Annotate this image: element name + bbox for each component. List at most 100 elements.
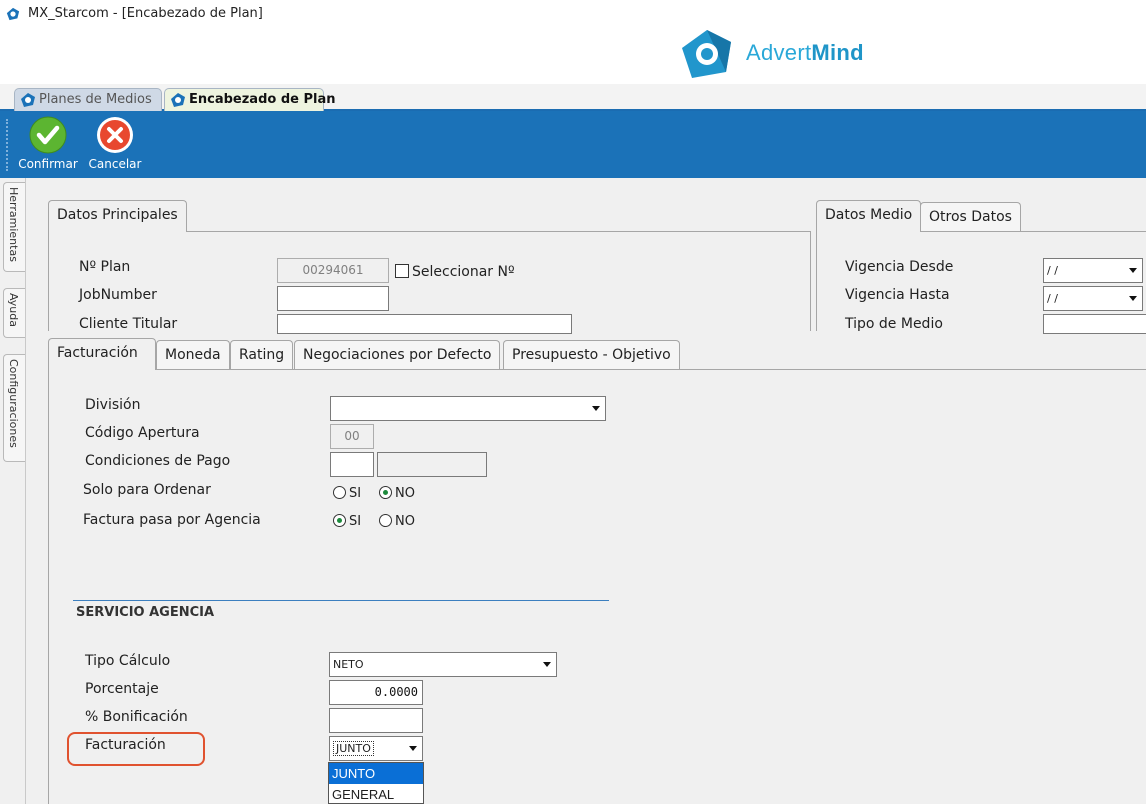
cancel-x-icon (97, 117, 133, 153)
porcentaje-label: Porcentaje (85, 681, 159, 697)
servicio-agencia-title: SERVICIO AGENCIA (76, 605, 215, 620)
advertmind-logo-icon (682, 30, 731, 78)
codigo-apertura-label: Código Apertura (85, 425, 200, 441)
solo-ordenar-si-radio[interactable]: SI (333, 486, 361, 501)
cancel-button[interactable]: Cancelar (86, 116, 144, 171)
radio-label: NO (395, 486, 415, 501)
encabezado-tab-icon (171, 93, 185, 107)
bonificacion-input[interactable] (329, 708, 423, 733)
check-icon (29, 116, 67, 154)
radio-circle-icon (333, 486, 346, 499)
tipo-medio-input[interactable] (1043, 314, 1146, 334)
factura-agencia-si-radio[interactable]: SI (333, 514, 361, 529)
factura-agencia-label: Factura pasa por Agencia (83, 512, 261, 528)
tipo-medio-label: Tipo de Medio (845, 316, 943, 332)
advertmind-logo-text: AdvertMind (746, 40, 864, 65)
datos-principales-panel: Nº Plan 00294061 Seleccionar Nº JobNumbe… (48, 231, 811, 334)
app-icon (6, 7, 20, 21)
side-tab-ayuda[interactable]: Ayuda (3, 288, 25, 338)
tab-datos-principales[interactable]: Datos Principales (48, 200, 187, 232)
side-tab-label: Ayuda (7, 293, 20, 327)
jobnumber-label: JobNumber (79, 287, 157, 303)
tab-label: Facturación (57, 345, 138, 361)
cancel-label: Cancelar (88, 157, 142, 171)
tab-label: Rating (239, 347, 285, 363)
side-tab-label: Herramientas (7, 187, 20, 262)
plan-number-field: 00294061 (277, 258, 389, 283)
tab-datos-medio[interactable]: Datos Medio (816, 200, 922, 232)
window-title: MX_Starcom - [Encabezado de Plan] (28, 6, 263, 21)
factura-agencia-no-radio[interactable]: NO (379, 514, 415, 529)
chevron-down-icon[interactable] (1124, 287, 1142, 310)
chevron-down-icon[interactable] (1124, 259, 1142, 282)
radio-label: NO (395, 514, 415, 529)
chevron-down-icon[interactable] (587, 397, 605, 420)
solo-ordenar-label: Solo para Ordenar (83, 482, 211, 498)
vigencia-desde-label: Vigencia Desde (845, 259, 954, 275)
porcentaje-input[interactable]: 0.0000 (329, 680, 423, 705)
side-tab-herramientas[interactable]: Herramientas (3, 182, 25, 272)
facturacion-value: JUNTO (333, 741, 374, 756)
radio-selected-icon (333, 514, 346, 527)
vigencia-hasta-date[interactable]: / / (1043, 286, 1143, 311)
highlight-annotation (67, 732, 205, 766)
confirm-label: Confirmar (18, 157, 78, 171)
seleccionar-label: Seleccionar Nº (412, 264, 515, 280)
facturacion-panel: División Código Apertura 00 Condiciones … (48, 369, 1146, 804)
tab-planes-de-medios[interactable]: Planes de Medios (14, 88, 162, 111)
radio-label: SI (349, 514, 362, 529)
tab-label: Otros Datos (929, 209, 1012, 225)
bonificacion-label: % Bonificación (85, 709, 188, 725)
solo-ordenar-no-radio[interactable]: NO (379, 486, 415, 501)
tab-negociaciones[interactable]: Negociaciones por Defecto (294, 340, 501, 369)
main-content: Datos Principales Nº Plan 00294061 Selec… (26, 178, 1146, 804)
tab-facturacion[interactable]: Facturación (48, 338, 156, 370)
plan-number-label: Nº Plan (79, 259, 131, 275)
vigencia-hasta-value: / / (1047, 292, 1058, 305)
vigencia-desde-value: / / (1047, 264, 1058, 277)
division-select[interactable] (330, 396, 606, 421)
tipo-calculo-label: Tipo Cálculo (85, 653, 171, 669)
toolbar-grip[interactable] (6, 119, 8, 171)
section-divider (73, 600, 609, 601)
tab-label: Moneda (165, 347, 221, 363)
condiciones-pago-label: Condiciones de Pago (85, 453, 231, 469)
condiciones-pago-description (377, 452, 487, 477)
tab-label: Negociaciones por Defecto (303, 347, 492, 363)
division-label: División (85, 397, 141, 413)
dropdown-option-junto[interactable]: JUNTO (329, 763, 423, 784)
facturacion-dropdown-list[interactable]: JUNTO GENERAL (328, 762, 424, 804)
radio-circle-icon (379, 514, 392, 527)
datos-medio-panel: Vigencia Desde / / Vigencia Hasta / / Ti… (816, 231, 1146, 334)
side-tab-label: Configuraciones (7, 359, 20, 448)
vigencia-desde-date[interactable]: / / (1043, 258, 1143, 283)
tab-rating[interactable]: Rating (230, 340, 294, 369)
tab-otros-datos[interactable]: Otros Datos (920, 202, 1021, 231)
codigo-apertura-field: 00 (330, 424, 374, 449)
planes-tab-icon (21, 93, 35, 107)
document-tab-strip: Planes de Medios Encabezado de Plan (0, 84, 1146, 111)
facturacion-select[interactable]: JUNTO (329, 736, 423, 761)
side-tab-configuraciones[interactable]: Configuraciones (3, 354, 25, 462)
seleccionar-checkbox[interactable] (395, 264, 409, 278)
tipo-calculo-value: NETO (333, 658, 364, 671)
dropdown-option-general[interactable]: GENERAL (329, 784, 423, 804)
radio-label: SI (349, 486, 362, 501)
toolbar: Confirmar Cancelar (0, 111, 1146, 178)
cliente-titular-input[interactable] (277, 314, 572, 334)
confirm-button[interactable]: Confirmar (16, 116, 80, 171)
tab-encabezado-de-plan[interactable]: Encabezado de Plan (164, 88, 336, 111)
tab-presupuesto-objetivo[interactable]: Presupuesto - Objetivo (503, 340, 680, 369)
tab-label: Presupuesto - Objetivo (512, 347, 671, 363)
jobnumber-input[interactable] (277, 286, 389, 311)
tipo-calculo-select[interactable]: NETO (329, 652, 557, 677)
side-tab-bar: Herramientas Ayuda Configuraciones (0, 178, 26, 804)
tab-moneda[interactable]: Moneda (156, 340, 230, 369)
chevron-down-icon[interactable] (538, 653, 556, 676)
cliente-titular-label: Cliente Titular (79, 316, 178, 332)
condiciones-pago-code-input[interactable] (330, 452, 374, 477)
tab-label: Datos Medio (825, 207, 913, 223)
chevron-down-icon[interactable] (404, 737, 422, 760)
tab-label: Encabezado de Plan (189, 92, 336, 107)
tab-label: Datos Principales (57, 207, 178, 223)
